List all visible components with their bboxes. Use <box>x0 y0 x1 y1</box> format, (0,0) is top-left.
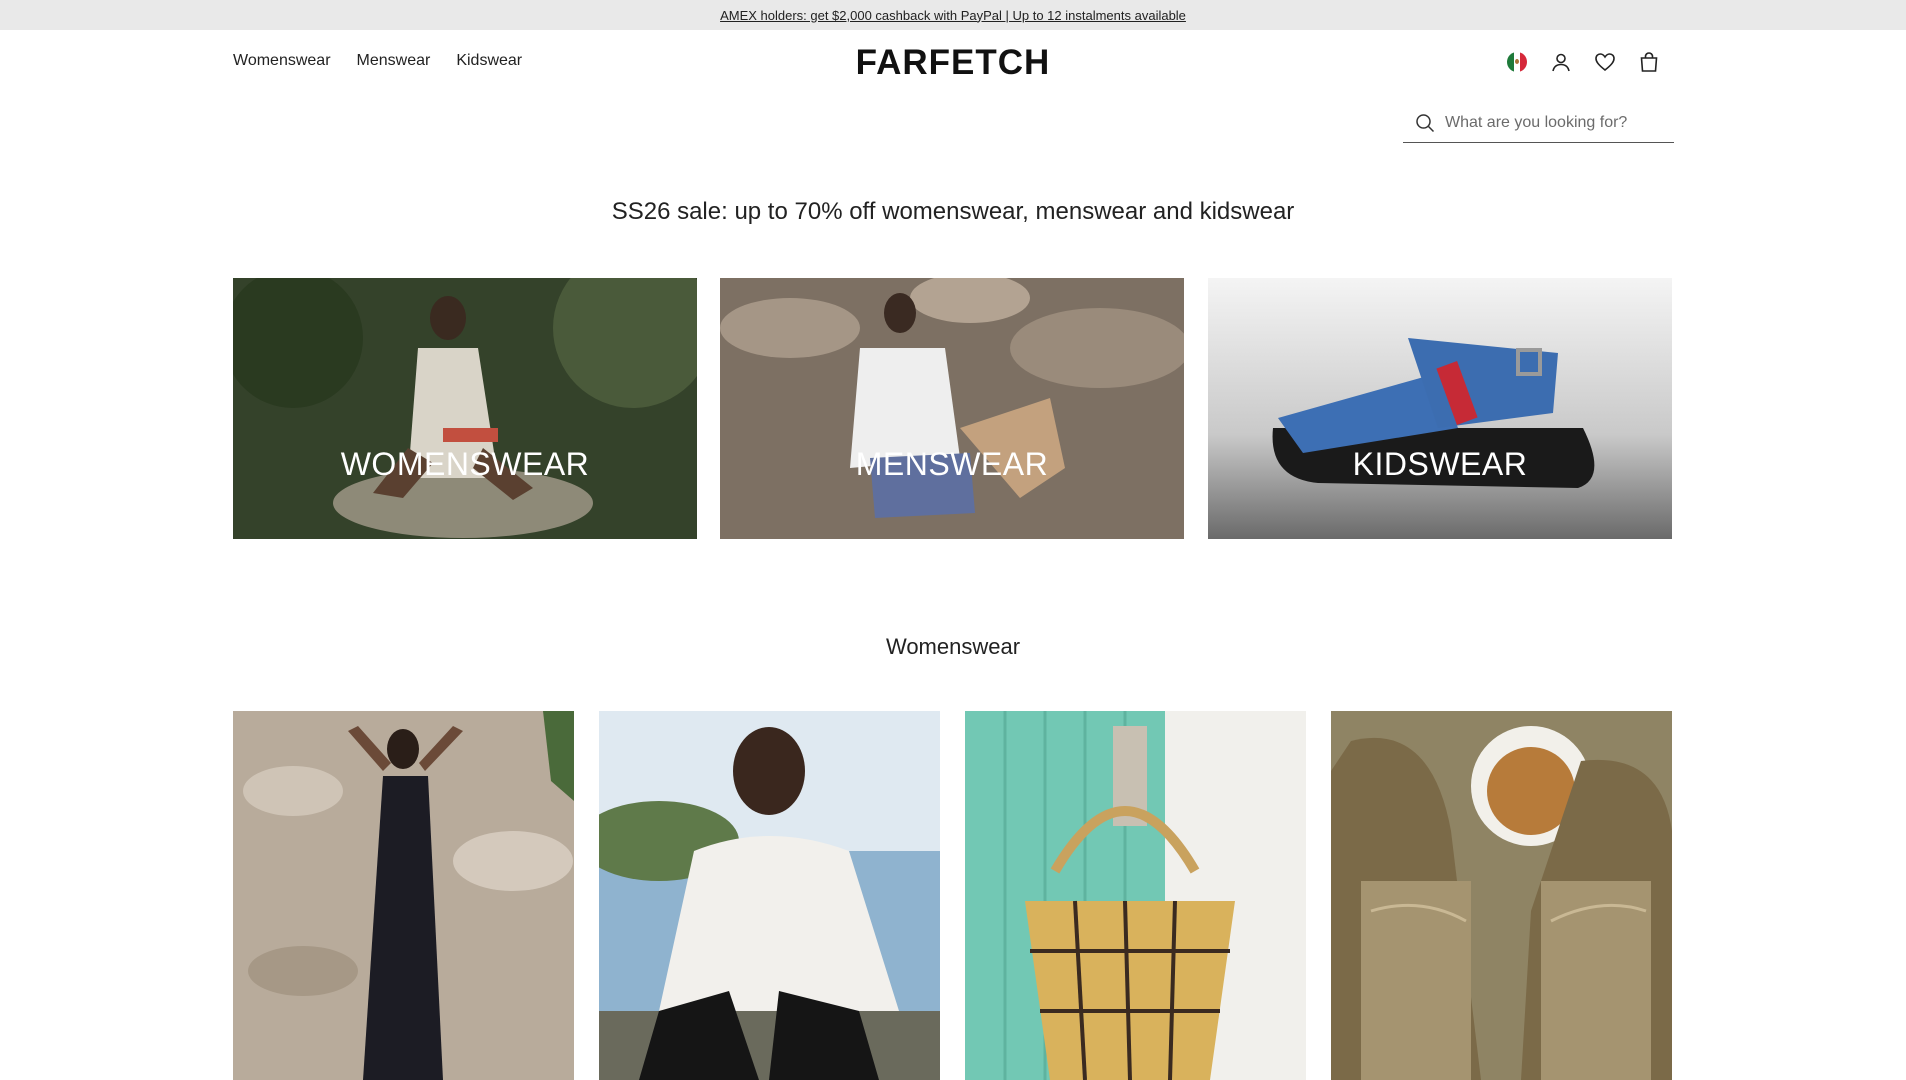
mexico-flag-icon <box>1507 52 1527 72</box>
account-icon <box>1552 53 1570 72</box>
category-label-kidswear: KIDSWEAR <box>1352 446 1528 482</box>
product-card-3[interactable] <box>965 711 1306 1080</box>
category-tile-womenswear[interactable]: WOMENSWEAR <box>233 278 697 539</box>
shopping-bag-icon <box>1640 52 1658 72</box>
kidswear-image <box>1208 278 1672 539</box>
category-tile-menswear[interactable]: MENSWEAR <box>720 278 1184 539</box>
nav-womenswear[interactable]: Womenswear <box>233 52 331 70</box>
category-label-menswear: MENSWEAR <box>855 446 1049 482</box>
product-card-1[interactable] <box>233 711 574 1080</box>
category-tile-kidswear[interactable]: KIDSWEAR <box>1208 278 1672 539</box>
nav-menswear[interactable]: Menswear <box>357 52 431 70</box>
promo-banner: AMEX holders: get $2,000 cashback with P… <box>0 0 1906 30</box>
promo-link[interactable]: AMEX holders: get $2,000 cashback with P… <box>720 8 1186 23</box>
product-image-1 <box>233 711 574 1080</box>
womenswear-image <box>233 278 697 539</box>
category-label-womenswear: WOMENSWEAR <box>340 446 590 482</box>
wishlist-heart-icon <box>1595 53 1615 72</box>
sale-headline: SS26 sale: up to 70% off womenswear, men… <box>611 198 1295 225</box>
product-image-4 <box>1331 711 1672 1080</box>
search-bar <box>1403 103 1674 143</box>
wishlist-button[interactable] <box>1593 50 1617 74</box>
search-input[interactable] <box>1445 113 1665 132</box>
product-card-4[interactable] <box>1331 711 1672 1080</box>
header-icons <box>1505 50 1661 74</box>
nav-kidswear[interactable]: Kidswear <box>456 52 522 70</box>
search-icon <box>1416 113 1435 132</box>
main-nav: Womenswear Menswear Kidswear <box>233 52 522 70</box>
country-selector[interactable] <box>1505 50 1529 74</box>
section-title-womenswear: Womenswear <box>885 634 1021 659</box>
bag-button[interactable] <box>1637 50 1661 74</box>
product-image-3 <box>965 711 1306 1080</box>
account-button[interactable] <box>1549 50 1573 74</box>
site-header: Womenswear Menswear Kidswear FARFETCH <box>0 30 1906 100</box>
site-logo[interactable]: FARFETCH <box>851 43 1055 82</box>
product-image-2 <box>599 711 940 1080</box>
menswear-image <box>720 278 1184 539</box>
product-card-2[interactable] <box>599 711 940 1080</box>
